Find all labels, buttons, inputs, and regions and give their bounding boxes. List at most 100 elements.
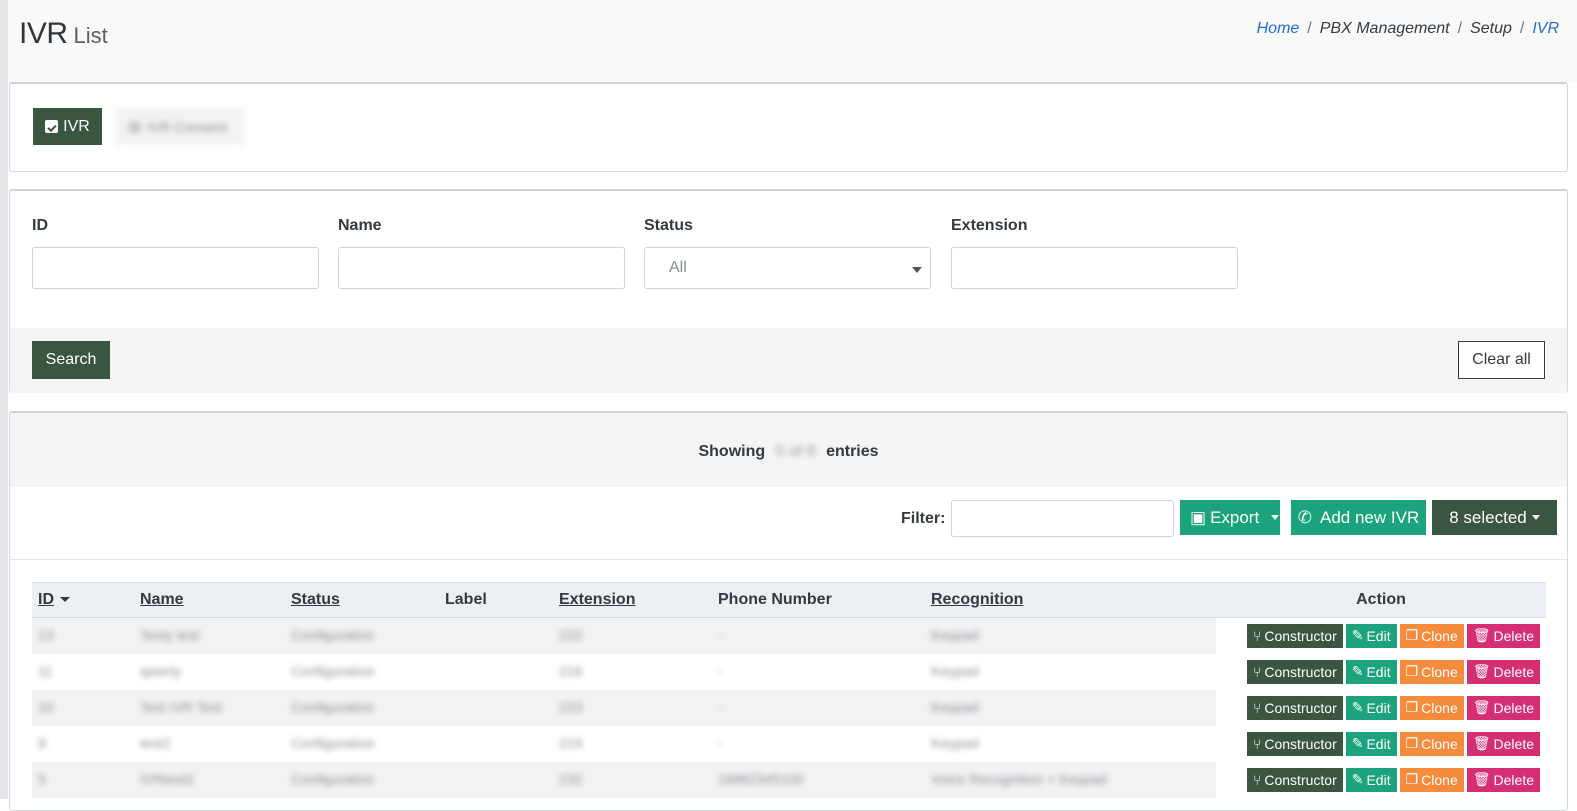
column-extension[interactable]: Extension	[553, 582, 712, 618]
showing-bar: Showing 5 of 8 entries	[10, 413, 1567, 487]
cell-name: qwerty	[134, 654, 285, 690]
table-row: 10 Test IVR Test Configuration 223- Keypad ⑂ C…	[32, 689, 1546, 726]
search-button[interactable]: Search	[32, 341, 110, 379]
constructor-button[interactable]: ⑂ Constructor	[1246, 623, 1343, 648]
edit-button[interactable]: ✎ Edit	[1345, 695, 1397, 720]
extension-label: Extension	[951, 217, 1028, 234]
constructor-button-label: Constructor	[1264, 663, 1337, 680]
page-title: IVR List	[19, 17, 108, 51]
tab-ivr-consent[interactable]: ▤ IVR Consent	[116, 108, 244, 145]
cell-phone: -	[712, 726, 925, 762]
cell-phone: -	[712, 617, 925, 654]
cell-label	[439, 726, 553, 762]
delete-button[interactable]: 🗑 Delete	[1466, 659, 1540, 684]
edit-button[interactable]: ✎ Edit	[1345, 659, 1397, 684]
column-id[interactable]: ID	[32, 582, 134, 618]
clear-all-button[interactable]: Clear all	[1458, 341, 1545, 379]
export-button[interactable]: ▣ Export	[1180, 500, 1280, 535]
copy-icon: ❐	[1405, 771, 1419, 787]
constructor-button-label: Constructor	[1264, 771, 1337, 788]
cell-phone-text: 18882345100	[718, 770, 804, 787]
column-name[interactable]: Name	[134, 582, 285, 618]
clone-button[interactable]: ❐ Clone	[1399, 695, 1464, 720]
tab-ivr[interactable]: IVR	[33, 108, 102, 145]
breadcrumb-home[interactable]: Home	[1257, 20, 1300, 37]
cell-actions: ⑂ Constructor ✎ Edit ❐ Clone 🗑 Delete	[1216, 653, 1546, 690]
cell-id-text: 9	[38, 734, 46, 751]
cell-actions: ⑂ Constructor ✎ Edit ❐ Clone 🗑 Delete	[1216, 725, 1546, 762]
extension-input[interactable]	[951, 247, 1238, 289]
delete-button[interactable]: 🗑 Delete	[1466, 695, 1540, 720]
cell-recognition: Keypad	[925, 689, 1216, 726]
clone-button-label: Clone	[1421, 663, 1458, 680]
filter-input[interactable]	[951, 500, 1174, 537]
delete-button[interactable]: 🗑 Delete	[1466, 767, 1540, 792]
constructor-button[interactable]: ⑂ Constructor	[1246, 659, 1343, 684]
id-input[interactable]	[32, 247, 319, 289]
edit-button-label: Edit	[1366, 663, 1391, 680]
id-label: ID	[32, 217, 48, 234]
cell-recognition-text: Voice Recognition + Keypad	[931, 770, 1107, 787]
branch-icon: ⑂	[1252, 627, 1262, 644]
breadcrumb-setup[interactable]: Setup	[1470, 20, 1512, 37]
status-label: Status	[644, 217, 693, 234]
cell-name-text: Test IVR Test	[140, 698, 223, 715]
edit-button[interactable]: ✎ Edit	[1345, 731, 1397, 756]
cell-name-text: IVRtest2	[140, 770, 194, 787]
constructor-button[interactable]: ⑂ Constructor	[1246, 695, 1343, 720]
cell-recognition: Keypad	[925, 654, 1216, 690]
edit-button-label: Edit	[1366, 771, 1391, 788]
cell-id-text: 5	[38, 770, 46, 787]
phone-icon: ✆	[1297, 507, 1312, 527]
column-recognition[interactable]: Recognition	[925, 582, 1216, 618]
document-icon: ▤	[128, 118, 142, 134]
cell-recognition-text: Keypad	[931, 734, 979, 751]
name-input[interactable]	[338, 247, 625, 289]
copy-icon: ❐	[1405, 627, 1419, 644]
breadcrumb-pbx-management[interactable]: PBX Management	[1320, 20, 1450, 37]
table-row: 13 Testy test Configuration 222 - Keypad ⑂ Cons…	[32, 617, 1546, 654]
cell-id: 10	[32, 689, 134, 726]
cell-actions: ⑂ Constructor ✎ Edit ❐ Clone 🗑 Delete	[1216, 689, 1546, 726]
edit-button[interactable]: ✎ Edit	[1345, 623, 1397, 648]
showing-count: 5 of 8	[775, 443, 816, 460]
clone-button[interactable]: ❐ Clone	[1399, 623, 1464, 648]
clone-button[interactable]: ❐ Clone	[1399, 659, 1464, 684]
column-action: Action	[1216, 582, 1546, 618]
add-new-ivr-button[interactable]: ✆ Add new IVR	[1291, 500, 1426, 535]
copy-icon: ❐	[1405, 663, 1419, 679]
column-id-label: ID	[38, 591, 54, 608]
delete-button[interactable]: 🗑 Delete	[1466, 623, 1540, 648]
cell-status: Configuration	[285, 654, 439, 690]
columns-selected-dropdown[interactable]: 8 selected	[1432, 500, 1557, 535]
cell-extension: 219	[553, 726, 712, 762]
column-status[interactable]: Status	[285, 582, 439, 618]
clone-button[interactable]: ❐ Clone	[1399, 731, 1464, 756]
status-select[interactable]: All	[644, 247, 931, 289]
constructor-button[interactable]: ⑂ Constructor	[1246, 731, 1343, 756]
cell-name-text: qwerty	[140, 662, 182, 679]
divider	[10, 559, 1567, 560]
cell-actions: ⑂ Constructor ✎ Edit ❐ Clone 🗑 Delete	[1216, 617, 1546, 654]
cell-label	[439, 617, 553, 654]
cell-extension-text: 219	[559, 734, 583, 751]
table-row: 9 test2 Configuration 219 - Keypad ⑂ Constructo…	[32, 725, 1546, 762]
cell-id: 11	[32, 654, 134, 690]
cell-status-text: Configuration	[291, 698, 375, 715]
branch-icon: ⑂	[1252, 771, 1262, 788]
cell-id: 9	[32, 726, 134, 762]
clone-button-label: Clone	[1421, 771, 1458, 788]
edit-button[interactable]: ✎ Edit	[1345, 767, 1397, 792]
clone-button[interactable]: ❐ Clone	[1399, 767, 1464, 792]
cell-status-text: Configuration	[291, 662, 375, 679]
clone-button-label: Clone	[1421, 699, 1458, 716]
breadcrumb: Home / PBX Management / Setup / IVR	[1256, 20, 1559, 37]
edit-icon: ✎	[1351, 663, 1364, 679]
cell-name: test2	[134, 726, 285, 762]
page-title-main: IVR	[19, 17, 68, 50]
breadcrumb-ivr[interactable]: IVR	[1532, 20, 1559, 37]
constructor-button[interactable]: ⑂ Constructor	[1246, 767, 1343, 792]
delete-button-label: Delete	[1493, 735, 1534, 752]
delete-button[interactable]: 🗑 Delete	[1466, 731, 1540, 756]
search-filters-card: ID Name Status All Extension Search Clea…	[9, 189, 1568, 393]
